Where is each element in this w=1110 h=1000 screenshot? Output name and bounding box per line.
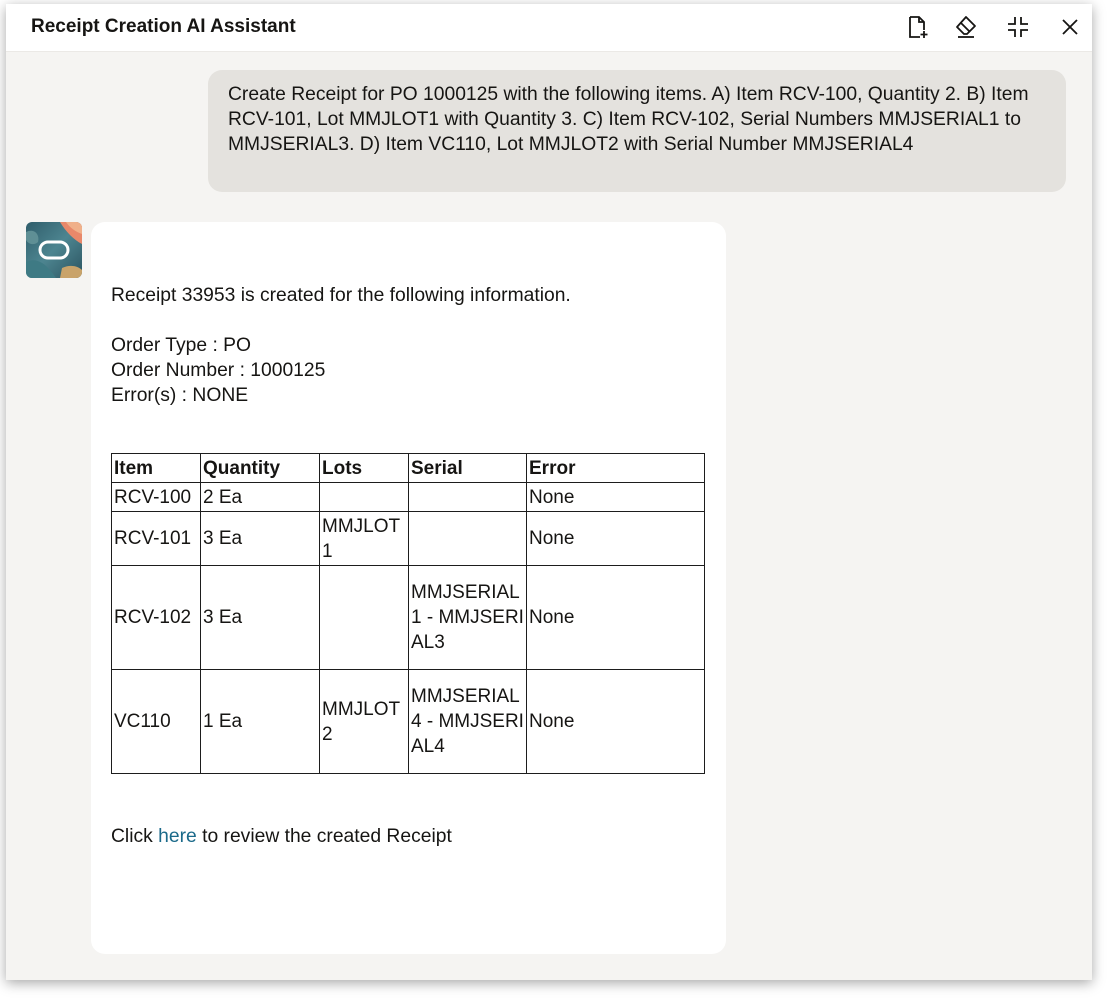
eraser-icon — [956, 16, 976, 38]
order-type-text: Order Type : PO — [111, 335, 252, 356]
error-cell: None — [526, 482, 705, 512]
review-receipt-link[interactable]: here — [158, 826, 197, 847]
quantity-cell: 2 Ea — [200, 482, 320, 512]
collapse-icon — [1008, 17, 1028, 37]
column-header: Error — [526, 453, 705, 483]
collapse-button[interactable] — [1002, 11, 1034, 43]
lots-cell: MMJLOT1 — [319, 511, 409, 566]
item-cell: VC110 — [111, 669, 201, 774]
oracle-logo-icon — [26, 222, 82, 278]
column-header: Quantity — [200, 453, 320, 483]
review-receipt-text: Click here to review the created Receipt — [111, 824, 452, 849]
serial-cell — [408, 482, 527, 512]
assistant-window: Receipt Creation AI Assistant Create Rec… — [6, 4, 1092, 980]
table-row: RCV-102 3 Ea MMJSERIAL1 - MMJSERIAL3 Non… — [111, 565, 705, 670]
clear-chat-button[interactable] — [950, 11, 982, 43]
receipt-table: Item Quantity Lots Serial Error RCV-100 … — [111, 453, 705, 774]
user-message-bubble: Create Receipt for PO 1000125 with the f… — [208, 70, 1066, 192]
order-number-text: Order Number : 1000125 — [111, 360, 326, 381]
serial-cell: MMJSERIAL4 - MMJSERIAL4 — [408, 669, 527, 774]
column-header: Item — [111, 453, 201, 483]
lots-cell — [319, 565, 409, 670]
lots-cell: MMJLOT2 — [319, 669, 409, 774]
column-header: Serial — [408, 453, 527, 483]
error-cell: None — [526, 669, 705, 774]
assistant-message-card: Receipt 33953 is created for the followi… — [91, 222, 726, 954]
error-cell: None — [526, 565, 705, 670]
item-cell: RCV-100 — [111, 482, 201, 512]
table-row: RCV-101 3 Ea MMJLOT1 None — [111, 511, 705, 566]
quantity-cell: 3 Ea — [200, 511, 320, 566]
review-suffix: to review the created Receipt — [202, 826, 452, 847]
quantity-cell: 3 Ea — [200, 565, 320, 670]
error-cell: None — [526, 511, 705, 566]
item-cell: RCV-102 — [111, 565, 201, 670]
table-row: VC110 1 Ea MMJLOT2 MMJSERIAL4 - MMJSERIA… — [111, 669, 705, 774]
new-document-icon — [909, 16, 928, 38]
header-bar: Receipt Creation AI Assistant — [6, 4, 1092, 52]
new-document-button[interactable] — [902, 11, 934, 43]
lots-cell — [319, 482, 409, 512]
close-icon — [1062, 19, 1078, 35]
serial-cell: MMJSERIAL1 - MMJSERIAL3 — [408, 565, 527, 670]
receipt-summary-text: Receipt 33953 is created for the followi… — [111, 285, 571, 306]
review-prefix: Click — [111, 826, 153, 847]
close-button[interactable] — [1054, 11, 1086, 43]
table-row: RCV-100 2 Ea None — [111, 482, 705, 512]
serial-cell — [408, 511, 527, 566]
errors-text: Error(s) : NONE — [111, 385, 249, 406]
quantity-cell: 1 Ea — [200, 669, 320, 774]
table-header-row: Item Quantity Lots Serial Error — [111, 453, 705, 483]
assistant-avatar — [26, 222, 82, 278]
window-title: Receipt Creation AI Assistant — [31, 16, 296, 37]
item-cell: RCV-101 — [111, 511, 201, 566]
column-header: Lots — [319, 453, 409, 483]
